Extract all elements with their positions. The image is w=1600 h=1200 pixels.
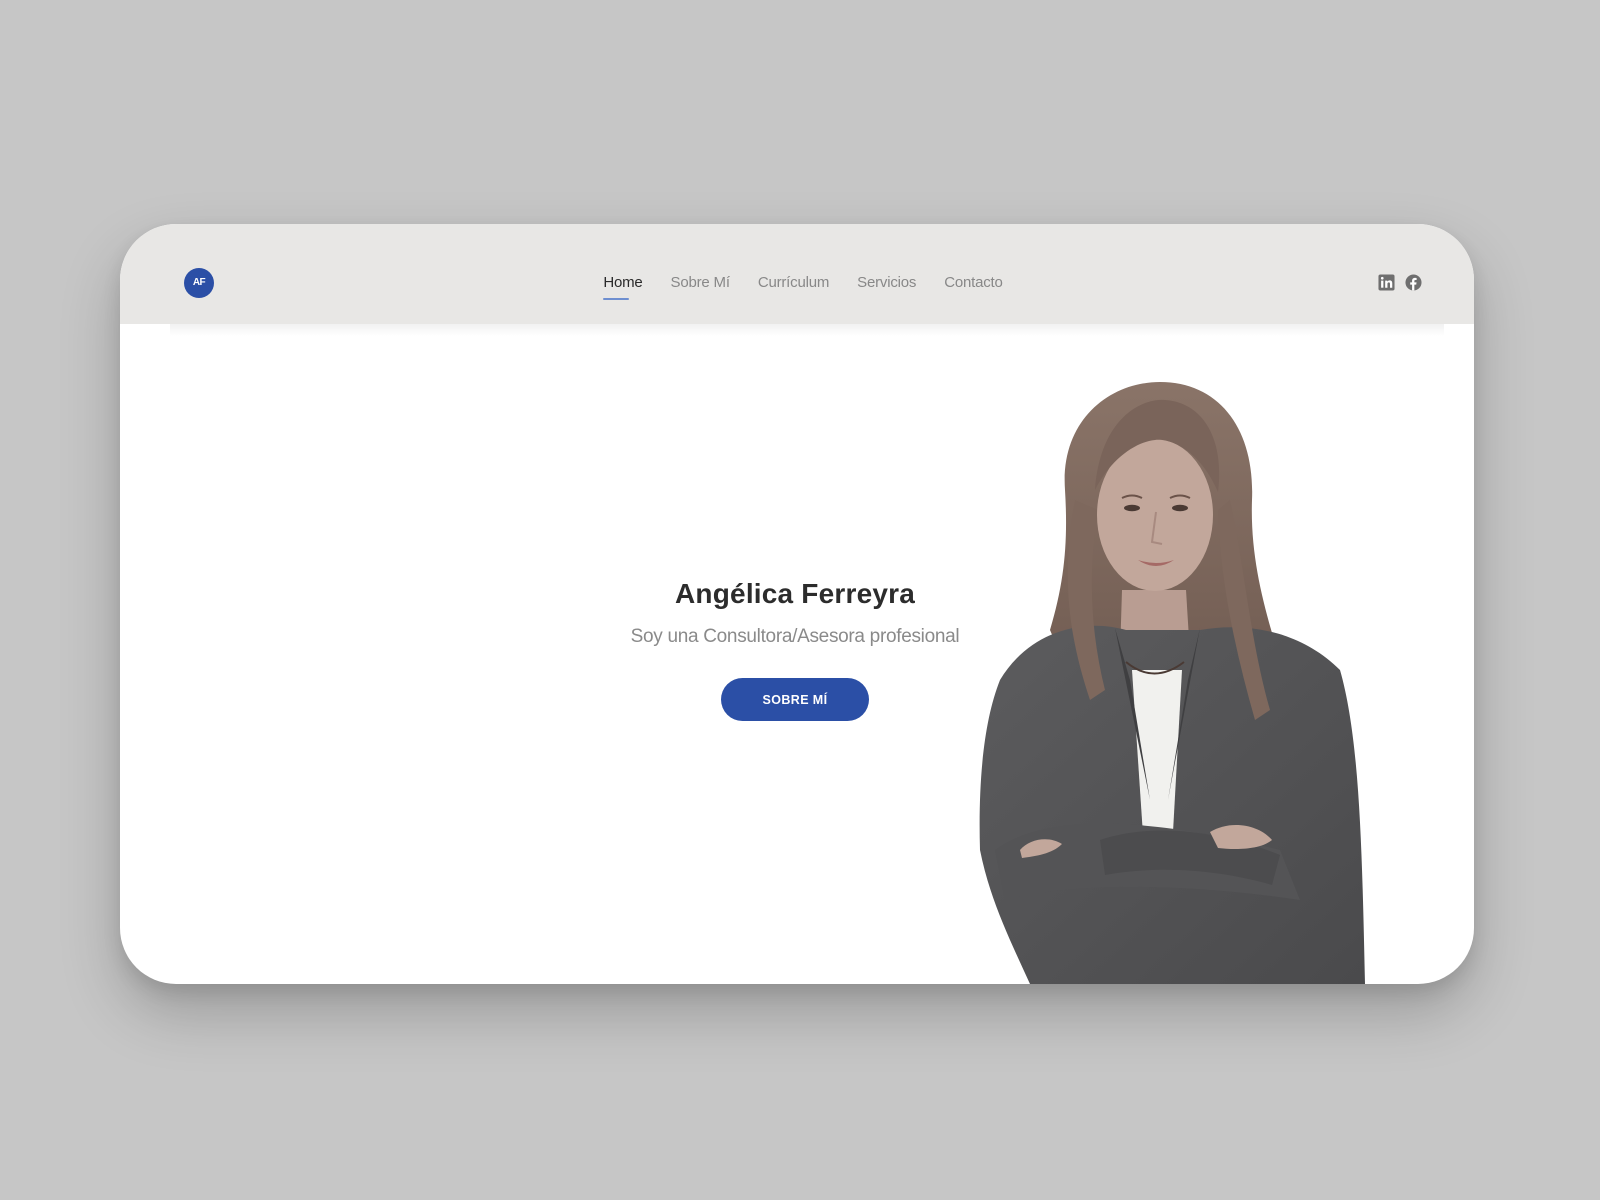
- nav-servicios[interactable]: Servicios: [857, 274, 916, 291]
- nav-curriculum[interactable]: Currículum: [758, 274, 830, 291]
- hero-subtitle: Soy una Consultora/Asesora profesional: [630, 626, 960, 647]
- nav-home[interactable]: Home: [603, 274, 643, 300]
- sobre-mi-button[interactable]: SOBRE MÍ: [721, 678, 869, 721]
- navbar-divider: [170, 324, 1444, 336]
- nav-sobre-mi[interactable]: Sobre Mí: [671, 274, 730, 291]
- social-links: [1378, 274, 1422, 291]
- hero-name: Angélica Ferreyra: [675, 578, 915, 609]
- hero-text: Angélica Ferreyra Soy una Consultora/Ase…: [580, 578, 1010, 721]
- nav-menu: Home Sobre Mí Currículum Servicios Conta…: [120, 274, 1474, 300]
- facebook-icon[interactable]: [1405, 274, 1422, 291]
- website-window: AF Home Sobre Mí Currículum Servicios Co…: [120, 224, 1474, 984]
- linkedin-icon[interactable]: [1378, 274, 1395, 291]
- nav-contacto[interactable]: Contacto: [944, 274, 1003, 291]
- navbar: AF Home Sobre Mí Currículum Servicios Co…: [120, 224, 1474, 324]
